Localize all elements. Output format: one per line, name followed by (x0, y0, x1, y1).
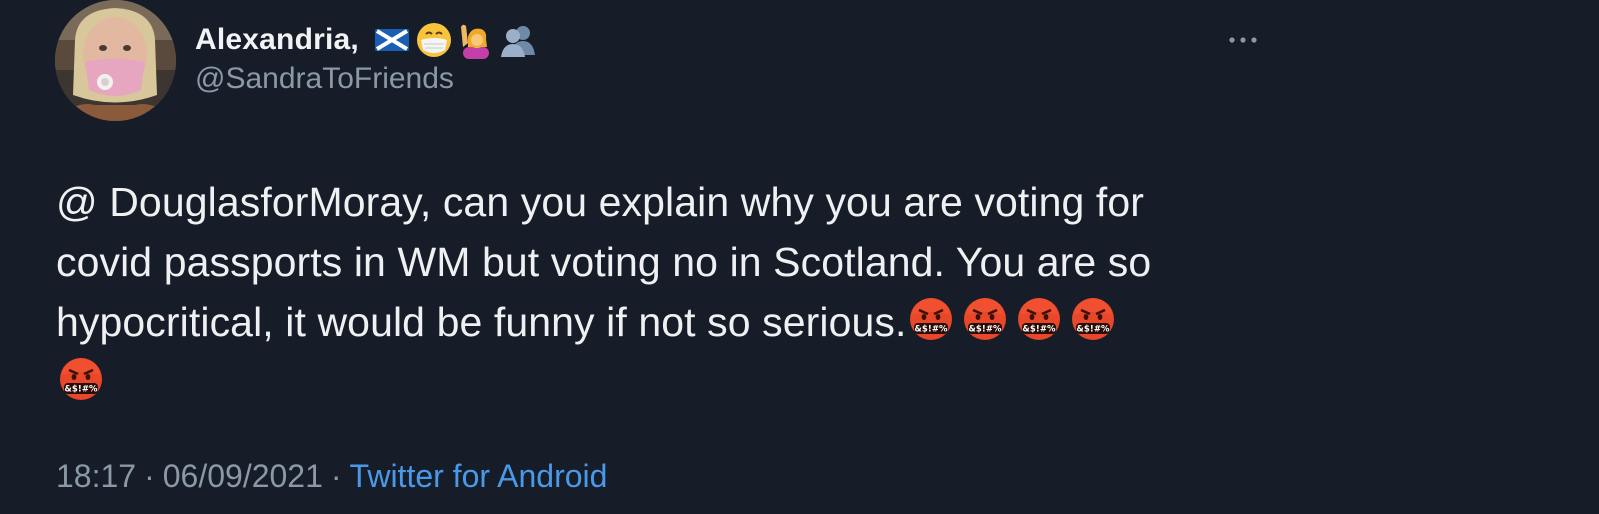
person-raising-hand-icon (460, 24, 489, 59)
face-with-symbols-on-mouth-icon: &$!#% (964, 298, 1007, 340)
emoji-mouth-symbols: &$!#% (969, 325, 1003, 335)
face-with-medical-mask-icon (416, 23, 451, 57)
scotland-flag-icon (374, 29, 409, 51)
tweet-time[interactable]: 18:17 (56, 458, 136, 494)
face-with-symbols-on-mouth-icon: &$!#% (910, 298, 953, 340)
tweet-meta: 18:17 · 06/09/2021 · Twitter for Android (56, 458, 607, 495)
avatar[interactable] (55, 0, 176, 121)
tweet-text-line: @ DouglasforMoray, can you explain why y… (56, 179, 1145, 225)
user-handle[interactable]: @SandraToFriends (195, 62, 454, 96)
tweet-date[interactable]: 06/09/2021 (163, 458, 323, 494)
meta-separator: · (144, 458, 155, 494)
emoji-mouth-symbols: &$!#% (915, 325, 949, 335)
tweet-text-line: covid passports in WM but voting no in S… (56, 239, 1152, 285)
face-with-symbols-on-mouth-icon: &$!#% (1018, 298, 1061, 340)
meta-separator: · (330, 458, 342, 494)
tweet-emoji-line: &$!#% (56, 352, 1286, 412)
busts-in-silhouette-icon (500, 26, 535, 57)
emoji-mouth-symbols: &$!#% (1077, 325, 1111, 335)
display-name[interactable]: Alexandria, (195, 23, 359, 57)
emoji-group: &$!#% &$!#% &$!#% &$!#% (906, 298, 1124, 345)
tweet-source-link[interactable]: Twitter for Android (350, 458, 608, 494)
display-name-row: Alexandria, (195, 20, 537, 60)
avatar-image (55, 0, 176, 121)
emoji-mouth-symbols: &$!#% (1023, 325, 1057, 335)
face-with-symbols-on-mouth-icon: &$!#% (60, 358, 102, 400)
more-options-icon[interactable] (1226, 30, 1260, 50)
tweet-text-line: hypocritical, it would be funny if not s… (56, 292, 1286, 352)
emoji-mouth-symbols: &$!#% (64, 385, 98, 395)
tweet: Alexandria, @SandraToFriends @ Douglasfo… (0, 0, 1599, 514)
face-with-symbols-on-mouth-icon: &$!#% (1072, 298, 1115, 340)
emoji-group: &$!#% (56, 358, 112, 405)
tweet-text-line-text: hypocritical, it would be funny if not s… (56, 299, 907, 345)
tweet-text: @ DouglasforMoray, can you explain why y… (56, 172, 1286, 412)
